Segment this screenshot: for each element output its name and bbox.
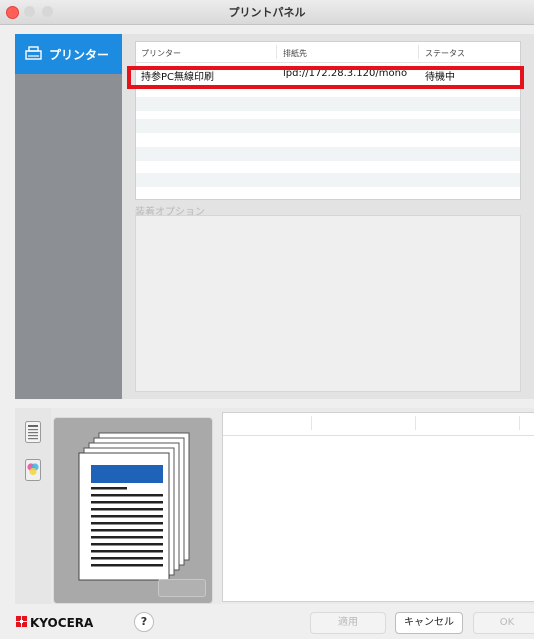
svg-text:KYOCERA: KYOCERA bbox=[30, 616, 94, 630]
color-mode-icon[interactable] bbox=[25, 459, 41, 481]
preview-area bbox=[15, 408, 534, 604]
printer-content-pane: プリンター 排紙先 ステータス 持参PC無線印刷 lpd://172.28.3.… bbox=[122, 34, 534, 399]
column-divider bbox=[311, 416, 312, 430]
sidebar-item-printer[interactable]: プリンター bbox=[15, 34, 122, 74]
printer-table: プリンター 排紙先 ステータス 持参PC無線印刷 lpd://172.28.3.… bbox=[135, 41, 521, 200]
printer-status-cell: 待機中 bbox=[425, 72, 455, 83]
printer-name-cell: 持参PC無線印刷 bbox=[141, 72, 215, 83]
help-button[interactable]: ? bbox=[134, 612, 154, 632]
printer-icon bbox=[25, 46, 42, 60]
column-divider bbox=[276, 45, 277, 59]
print-panel-window: プリントパネル プリンター プリンター 排紙先 ステータス 持参PC無線印刷 l… bbox=[0, 0, 534, 639]
cancel-button[interactable]: キャンセル bbox=[395, 612, 463, 634]
printer-destination-cell: lpd://172.28.3.120/mono bbox=[283, 68, 408, 79]
ok-button[interactable]: OK bbox=[473, 612, 534, 634]
footer-bar: KYOCERA ? 適用 キャンセル OK bbox=[0, 610, 534, 639]
sidebar-item-label: プリンター bbox=[49, 48, 110, 62]
window-title: プリントパネル bbox=[228, 6, 306, 19]
table-header: プリンター 排紙先 ステータス bbox=[136, 42, 520, 63]
table-row[interactable]: 持参PC無線印刷 lpd://172.28.3.120/mono 待機中 bbox=[136, 67, 520, 83]
empty-table-row bbox=[136, 119, 520, 133]
column-header-destination[interactable]: 排紙先 bbox=[283, 48, 307, 59]
preview-page-button[interactable] bbox=[158, 579, 206, 597]
page-layout-icon[interactable] bbox=[25, 421, 41, 443]
column-header-printer[interactable]: プリンター bbox=[141, 48, 181, 59]
column-divider bbox=[415, 416, 416, 430]
kyocera-logo: KYOCERA bbox=[16, 616, 94, 630]
installed-options-panel bbox=[135, 215, 521, 392]
column-divider bbox=[519, 416, 520, 430]
settings-summary-panel bbox=[222, 412, 534, 602]
apply-button[interactable]: 適用 bbox=[310, 612, 386, 634]
column-header-status[interactable]: ステータス bbox=[425, 48, 465, 59]
summary-header bbox=[223, 413, 534, 436]
empty-table-row bbox=[136, 147, 520, 161]
title-bar: プリントパネル bbox=[0, 0, 534, 25]
page-preview-panel bbox=[53, 417, 213, 604]
empty-table-row bbox=[136, 173, 520, 187]
document-preview-icon bbox=[78, 432, 190, 581]
empty-table-row bbox=[136, 97, 520, 111]
preview-toolbar bbox=[15, 408, 51, 604]
sidebar: プリンター bbox=[15, 34, 122, 399]
column-divider bbox=[418, 45, 419, 59]
